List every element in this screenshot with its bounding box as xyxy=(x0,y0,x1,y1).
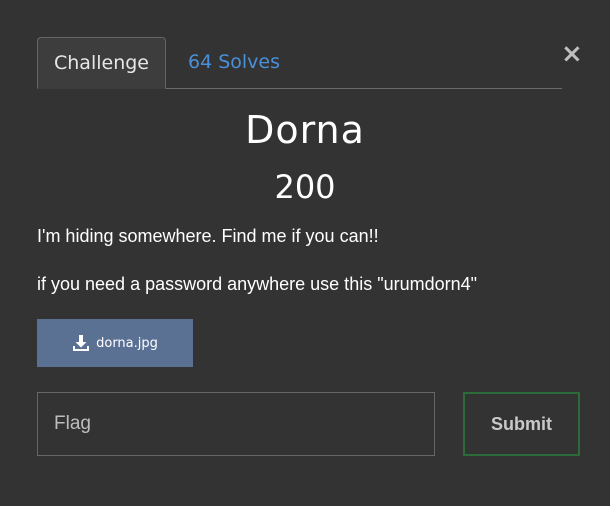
challenge-modal: × Challenge 64 Solves Dorna 200 I'm hidi… xyxy=(0,0,610,506)
tab-challenge[interactable]: Challenge xyxy=(37,37,166,89)
challenge-description-line: if you need a password anywhere use this… xyxy=(37,274,478,294)
challenge-name: Dorna xyxy=(245,108,365,152)
tab-bar: Challenge 64 Solves xyxy=(37,37,562,89)
close-button[interactable]: × xyxy=(561,40,583,68)
flag-input[interactable] xyxy=(37,392,435,456)
file-name: dorna.jpg xyxy=(96,335,158,351)
download-icon xyxy=(72,334,90,352)
file-download-button[interactable]: dorna.jpg xyxy=(37,319,193,367)
challenge-description-line: I'm hiding somewhere. Find me if you can… xyxy=(37,226,379,246)
tab-solves[interactable]: 64 Solves xyxy=(188,37,280,88)
submit-button[interactable]: Submit xyxy=(463,392,580,456)
challenge-value: 200 xyxy=(274,168,336,206)
